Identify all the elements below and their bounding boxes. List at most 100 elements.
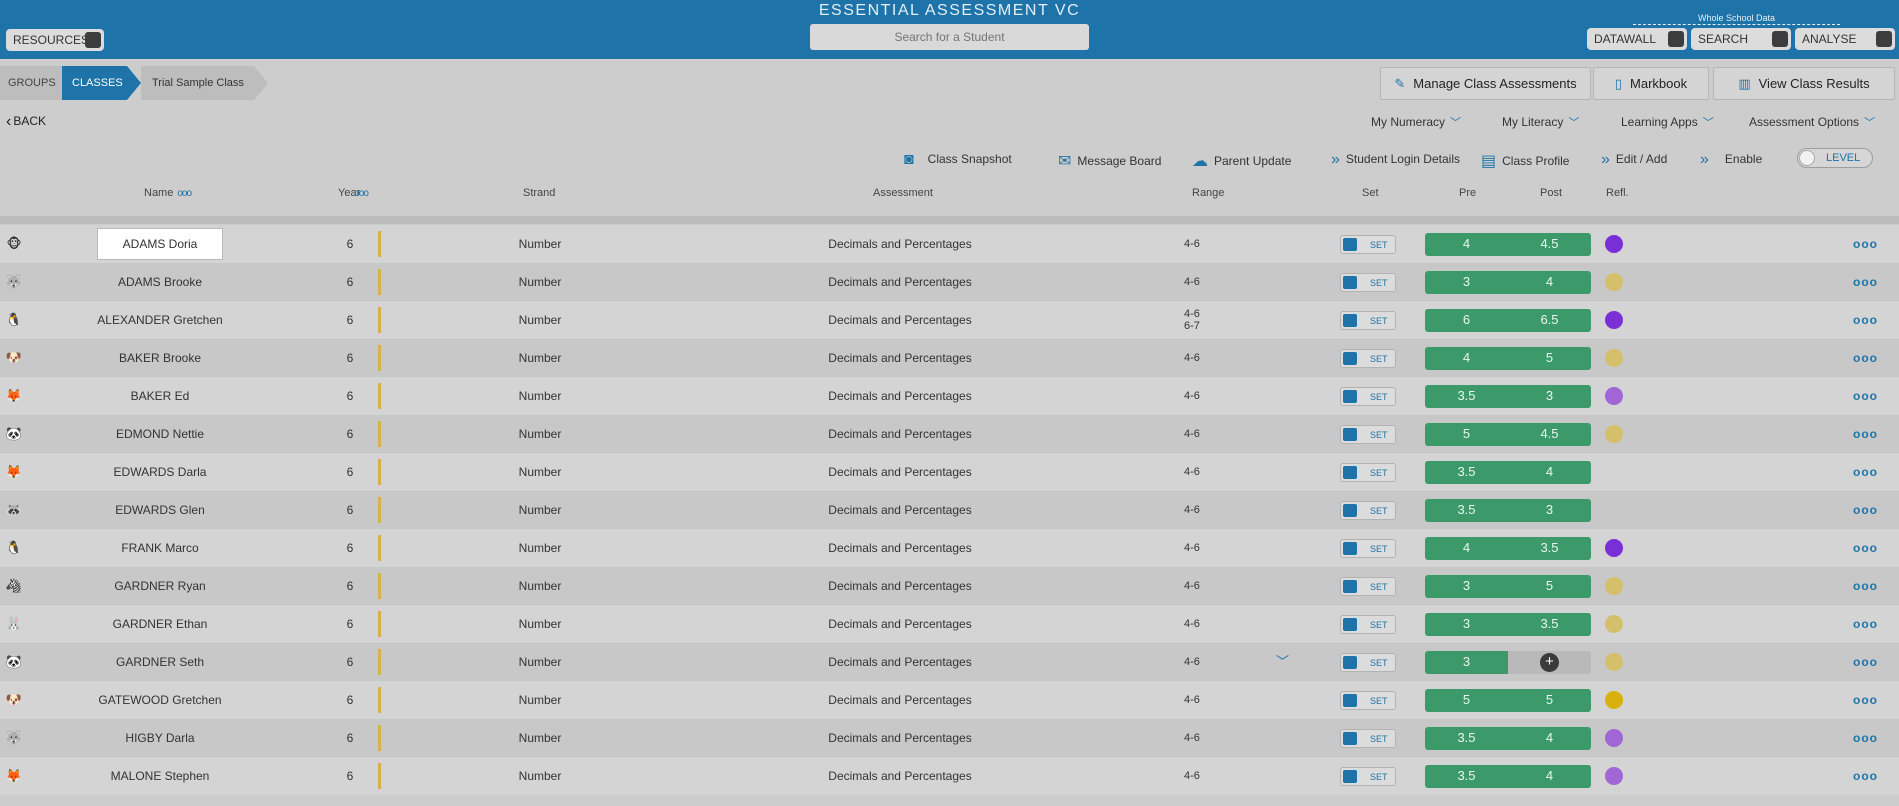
pre-score[interactable]: 4 <box>1425 537 1508 558</box>
class-snapshot-button[interactable]: ◙ Class Snapshot <box>904 150 1012 168</box>
parent-update-button[interactable]: ☁ Parent Update <box>1192 150 1291 170</box>
set-button[interactable]: SET <box>1340 235 1396 254</box>
score-bar[interactable]: 4 4.5 <box>1425 233 1591 256</box>
post-score[interactable]: 4.5 <box>1508 423 1591 444</box>
edit-add-button[interactable]: » Edit / Add <box>1601 150 1667 168</box>
post-score[interactable]: 4 <box>1508 727 1591 748</box>
score-bar[interactable]: 34 <box>1425 271 1591 294</box>
assessment-cell[interactable]: Decimals and Percentages <box>780 719 1020 757</box>
breadcrumb-classes[interactable]: CLASSES <box>62 66 127 100</box>
student-name-cell[interactable]: GARDNER Ryan <box>60 567 260 605</box>
reflection-indicator[interactable] <box>1605 729 1623 747</box>
pre-score[interactable]: 3 <box>1425 613 1508 634</box>
set-button[interactable]: SET <box>1340 311 1396 330</box>
row-options-icon[interactable]: ooo <box>1853 681 1878 719</box>
pre-score[interactable]: 4 <box>1425 347 1508 368</box>
view-class-results-button[interactable]: ▥ View Class Results <box>1713 67 1895 100</box>
reflection-indicator[interactable] <box>1605 235 1623 253</box>
reflection-indicator[interactable] <box>1605 311 1623 329</box>
my-literacy-menu[interactable]: My Literacy ﹀ <box>1502 114 1579 130</box>
pre-score[interactable]: 3.5 <box>1425 385 1508 406</box>
score-bar[interactable]: 5 4.5 <box>1425 423 1591 446</box>
row-options-icon[interactable]: ooo <box>1853 263 1878 301</box>
add-post-score-icon[interactable]: + <box>1540 653 1559 672</box>
row-options-icon[interactable]: ooo <box>1853 529 1878 567</box>
student-name[interactable]: HIGBY Darla <box>125 731 194 745</box>
student-name[interactable]: GARDNER Seth <box>116 655 204 669</box>
row-options-icon[interactable]: ooo <box>1853 225 1878 263</box>
row-options-icon[interactable]: ooo <box>1853 377 1878 415</box>
level-toggle[interactable]: LEVEL <box>1797 148 1873 168</box>
post-score[interactable]: 3 <box>1508 499 1591 520</box>
student-name[interactable]: ALEXANDER Gretchen <box>97 313 222 327</box>
student-name[interactable]: EDWARDS Glen <box>115 503 205 517</box>
assessment-cell[interactable]: Decimals and Percentages <box>780 377 1020 415</box>
assessment-cell[interactable]: Decimals and Percentages <box>780 301 1020 339</box>
assessment-options-menu[interactable]: Assessment Options ﹀ <box>1749 114 1875 130</box>
pre-score[interactable]: 3 <box>1425 271 1508 292</box>
reflection-indicator[interactable] <box>1605 615 1623 633</box>
student-name[interactable]: GARDNER Ryan <box>114 579 205 593</box>
assessment-cell[interactable]: Decimals and Percentages <box>780 415 1020 453</box>
set-button[interactable]: SET <box>1340 349 1396 368</box>
pre-score[interactable]: 5 <box>1425 689 1508 710</box>
enable-button[interactable]: » Enable <box>1700 150 1762 168</box>
row-options-icon[interactable]: ooo <box>1853 491 1878 529</box>
row-options-icon[interactable]: ooo <box>1853 719 1878 757</box>
back-button[interactable]: ‹ BACK <box>6 112 46 130</box>
post-score[interactable]: 3.5 <box>1508 613 1591 634</box>
set-button[interactable]: SET <box>1340 501 1396 520</box>
post-score[interactable]: 6.5 <box>1508 309 1591 330</box>
row-options-icon[interactable]: ooo <box>1853 605 1878 643</box>
student-name-cell[interactable]: EDWARDS Glen <box>60 491 260 529</box>
assessment-cell[interactable]: Decimals and Percentages <box>780 681 1020 719</box>
reflection-indicator[interactable] <box>1605 653 1623 671</box>
score-bar[interactable]: 3 3.5 <box>1425 613 1591 636</box>
manage-class-assessments-button[interactable]: ✎ Manage Class Assessments <box>1380 67 1591 100</box>
row-options-icon[interactable]: ooo <box>1853 453 1878 491</box>
set-button[interactable]: SET <box>1340 273 1396 292</box>
markbook-button[interactable]: ▯ Markbook <box>1593 67 1709 100</box>
assessment-cell[interactable]: Decimals and Percentages <box>780 491 1020 529</box>
set-button[interactable]: SET <box>1340 729 1396 748</box>
set-button[interactable]: SET <box>1340 539 1396 558</box>
chevron-down-icon[interactable]: ﹀ <box>1276 643 1289 681</box>
column-header-year[interactable]: Yearooo <box>338 187 369 199</box>
student-name-cell[interactable]: BAKER Ed <box>60 377 260 415</box>
assessment-cell[interactable]: Decimals and Percentages <box>780 453 1020 491</box>
set-button[interactable]: SET <box>1340 691 1396 710</box>
analyse-button[interactable]: ANALYSE <box>1795 28 1895 50</box>
assessment-cell[interactable]: Decimals and Percentages <box>780 529 1020 567</box>
score-bar[interactable]: 3.5 3 <box>1425 499 1591 522</box>
score-bar[interactable]: 4 3.5 <box>1425 537 1591 560</box>
score-bar[interactable]: 55 <box>1425 689 1591 712</box>
learning-apps-menu[interactable]: Learning Apps ﹀ <box>1621 114 1714 130</box>
reflection-indicator[interactable] <box>1605 387 1623 405</box>
post-score[interactable]: 4 <box>1508 461 1591 482</box>
post-score[interactable]: 4 <box>1508 765 1591 786</box>
pre-score[interactable]: 6 <box>1425 309 1508 330</box>
student-name[interactable]: BAKER Brooke <box>119 351 201 365</box>
breadcrumb-current-class[interactable]: Trial Sample Class <box>141 66 254 100</box>
student-name-cell[interactable]: MALONE Stephen <box>60 757 260 795</box>
reflection-indicator[interactable] <box>1605 539 1623 557</box>
assessment-cell[interactable]: Decimals and Percentages <box>780 643 1020 681</box>
pre-score[interactable]: 3.5 <box>1425 727 1508 748</box>
reflection-indicator[interactable] <box>1605 577 1623 595</box>
student-name[interactable]: ADAMS Brooke <box>118 275 202 289</box>
student-name[interactable]: MALONE Stephen <box>111 769 210 783</box>
class-profile-button[interactable]: ▤ Class Profile <box>1481 150 1569 170</box>
score-bar[interactable]: 3.5 4 <box>1425 727 1591 750</box>
student-name-cell[interactable]: ADAMS Doria <box>60 225 260 263</box>
post-score[interactable]: 5 <box>1508 347 1591 368</box>
set-button[interactable]: SET <box>1340 425 1396 444</box>
pre-score[interactable]: 5 <box>1425 423 1508 444</box>
student-name[interactable]: GARDNER Ethan <box>113 617 208 631</box>
row-options-icon[interactable]: ooo <box>1853 567 1878 605</box>
reflection-indicator[interactable] <box>1605 691 1623 709</box>
assessment-cell[interactable]: Decimals and Percentages <box>780 757 1020 795</box>
student-name-cell[interactable]: GARDNER Ethan <box>60 605 260 643</box>
column-options-icon[interactable]: ooo <box>177 188 192 199</box>
student-name[interactable]: BAKER Ed <box>131 389 190 403</box>
pre-score[interactable]: 3.5 <box>1425 461 1508 482</box>
